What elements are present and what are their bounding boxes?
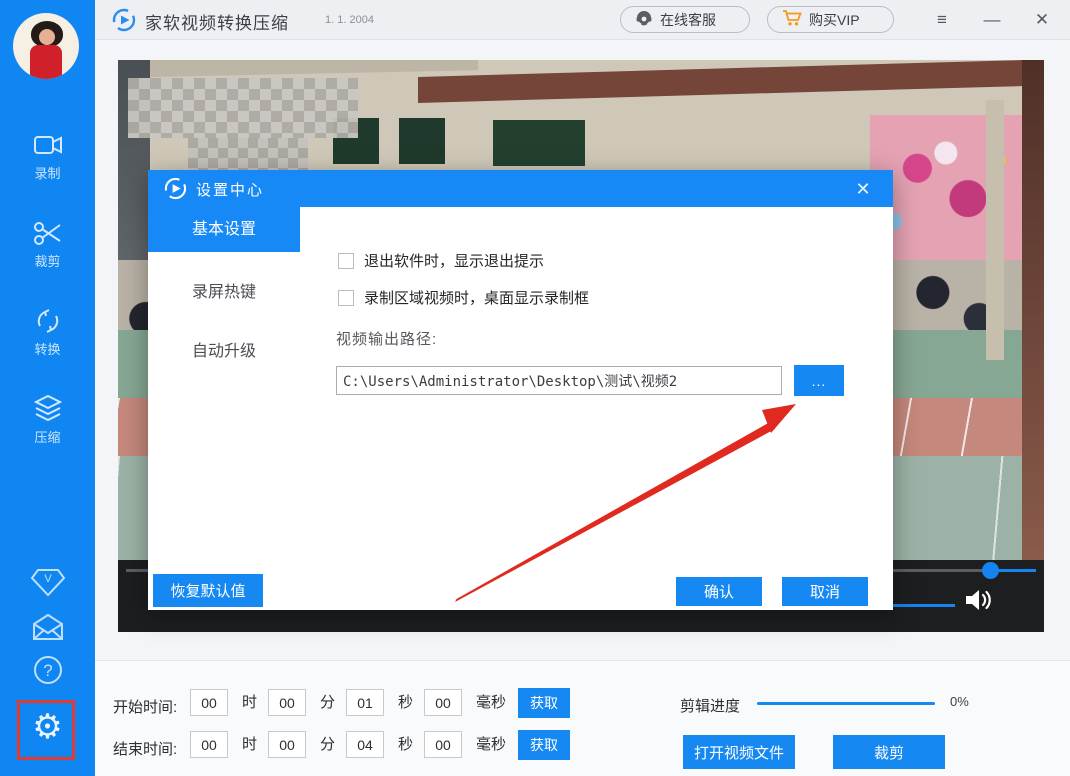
start-second-input[interactable] (346, 689, 384, 716)
sidebar-item-record[interactable]: 录制 (0, 130, 95, 182)
titlebar: 家软视频转换压缩 1. 1. 2004 在线客服 购买VIP ≡ — ✕ (95, 0, 1070, 40)
get-start-time-button[interactable]: 获取 (518, 688, 570, 718)
exit-prompt-label: 退出软件时，显示退出提示 (364, 253, 545, 270)
settings-dialog: 设置中心 ✕ 基本设置 录屏热键 自动升级 退出软件时，显示退出提示 录制区域视… (148, 170, 893, 610)
avatar-dress (30, 45, 62, 79)
clip-progress-value: 0% (950, 694, 969, 709)
app-title: 家软视频转换压缩 (145, 14, 289, 33)
window-menu-button[interactable]: ≡ (923, 0, 961, 40)
help-icon[interactable]: ? (0, 654, 95, 686)
second-unit-label: 秒 (398, 694, 414, 711)
settings-tab-column: 基本设置 录屏热键 自动升级 (148, 207, 300, 610)
restore-defaults-button[interactable]: 恢复默认值 (153, 574, 263, 607)
sidebar-item-compress[interactable]: 压缩 (0, 394, 95, 446)
record-frame-checkbox[interactable] (338, 289, 354, 306)
app-version: 1. 1. 2004 (325, 14, 374, 26)
seek-thumb[interactable] (982, 562, 999, 579)
clip-progress-label: 剪辑进度 (680, 698, 741, 715)
online-support-label: 在线客服 (660, 11, 716, 28)
end-ms-input[interactable] (424, 731, 462, 758)
compress-layers-icon (0, 394, 95, 424)
record-frame-label: 录制区域视频时，桌面显示录制框 (364, 290, 590, 307)
confirm-button[interactable]: 确认 (676, 577, 762, 606)
sidebar-item-label: 裁剪 (34, 254, 61, 269)
record-frame-checkbox-row: 录制区域视频时，桌面显示录制框 (338, 287, 589, 308)
minute-unit-label: 分 (320, 736, 336, 753)
blurred-region (128, 78, 358, 138)
end-time-label: 结束时间: (113, 741, 178, 758)
hour-unit-label: 时 (242, 736, 258, 753)
get-end-time-button[interactable]: 获取 (518, 730, 570, 760)
banner-pink (870, 115, 1028, 267)
trim-controls-panel: 开始时间: 时 分 秒 毫秒 获取 结束时间: 时 分 秒 毫秒 获取 剪辑进度… (95, 660, 1070, 776)
window-close-button[interactable]: ✕ (1023, 0, 1061, 40)
sidebar-item-label: 压缩 (34, 430, 61, 445)
end-minute-input[interactable] (268, 731, 306, 758)
sidebar-item-label: 转换 (34, 342, 61, 357)
headset-icon (635, 9, 653, 30)
hour-unit-label: 时 (242, 694, 258, 711)
second-unit-label: 秒 (398, 736, 414, 753)
sidebar-item-label: 录制 (34, 166, 61, 181)
ms-unit-label: 毫秒 (476, 736, 507, 753)
end-second-input[interactable] (346, 731, 384, 758)
tab-record-hotkeys[interactable]: 录屏热键 (148, 270, 300, 315)
clip-cut-button[interactable]: 裁剪 (833, 735, 945, 769)
ms-unit-label: 毫秒 (476, 694, 507, 711)
online-support-button[interactable]: 在线客服 (620, 6, 750, 33)
avatar-face (39, 29, 55, 45)
window-minimize-button[interactable]: — (973, 0, 1011, 40)
cart-icon (782, 9, 802, 30)
end-hour-input[interactable] (190, 731, 228, 758)
convert-arrows-icon (0, 306, 95, 336)
mail-icon[interactable] (0, 612, 95, 642)
clip-progress-bar[interactable] (757, 702, 935, 705)
settings-dialog-logo-icon (164, 177, 187, 200)
buy-vip-button[interactable]: 购买VIP (767, 6, 894, 33)
exit-prompt-checkbox-row: 退出软件时，显示退出提示 (338, 250, 544, 271)
tab-auto-update[interactable]: 自动升级 (148, 329, 300, 374)
settings-highlight-box (17, 700, 75, 760)
output-path-input[interactable] (336, 366, 782, 395)
sidebar-item-convert[interactable]: 转换 (0, 306, 95, 358)
cancel-button[interactable]: 取消 (782, 577, 868, 606)
start-time-label: 开始时间: (113, 699, 178, 716)
start-minute-input[interactable] (268, 689, 306, 716)
open-video-file-button[interactable]: 打开视频文件 (683, 735, 795, 769)
output-path-label: 视频输出路径: (336, 331, 438, 348)
record-camera-icon (0, 130, 95, 160)
settings-dialog-close-icon[interactable]: ✕ (849, 175, 877, 203)
app-logo-icon (112, 8, 136, 32)
start-hour-input[interactable] (190, 689, 228, 716)
settings-dialog-titlebar[interactable]: 设置中心 ✕ (148, 170, 893, 207)
speaker-icon[interactable] (963, 586, 995, 619)
minute-unit-label: 分 (320, 694, 336, 711)
tab-basic-settings[interactable]: 基本设置 (148, 207, 300, 252)
exit-prompt-checkbox[interactable] (338, 252, 354, 269)
sidebar: 录制 裁剪 转换 压缩 V ? ⚙ (0, 0, 95, 776)
cut-scissors-icon (0, 218, 95, 248)
svg-text:V: V (44, 573, 52, 585)
settings-dialog-title: 设置中心 (196, 182, 265, 199)
svg-text:?: ? (43, 661, 52, 680)
sidebar-item-cut[interactable]: 裁剪 (0, 218, 95, 270)
start-ms-input[interactable] (424, 689, 462, 716)
buy-vip-label: 购买VIP (809, 11, 860, 28)
user-avatar[interactable] (13, 13, 79, 79)
vip-diamond-icon[interactable]: V (0, 566, 95, 598)
browse-path-button[interactable]: ... (794, 365, 844, 396)
